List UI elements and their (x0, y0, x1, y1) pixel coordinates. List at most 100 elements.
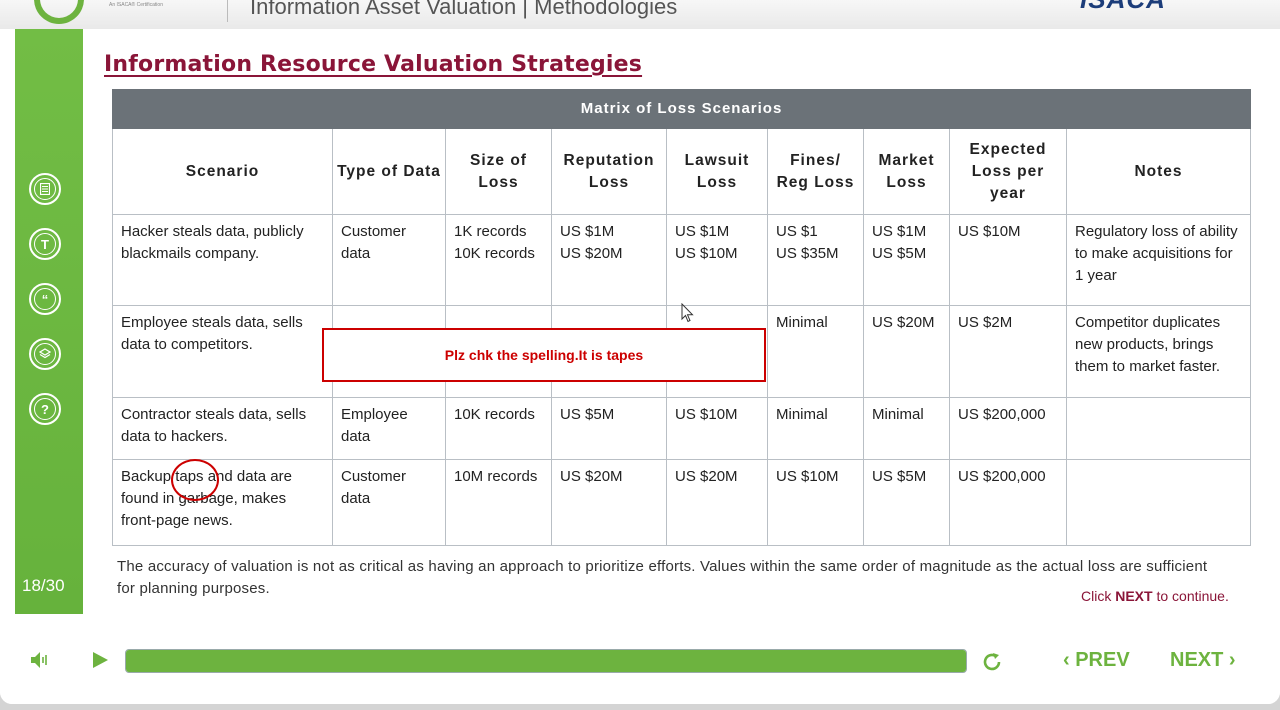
cell-size: 10K records (445, 397, 552, 460)
cell-value: US $20M (560, 245, 623, 262)
column-header: Market Loss (863, 128, 950, 215)
cell-fines: US $10M (767, 459, 864, 546)
cell-value: US $5M (872, 245, 927, 262)
cell-value: US $20M (872, 314, 935, 331)
cell-value: 10M records (454, 468, 538, 485)
cell-value: 10K records (454, 245, 535, 262)
quote-icon[interactable]: “ (29, 283, 61, 315)
mouse-cursor-icon (681, 303, 694, 323)
column-header: Size of Loss (445, 128, 552, 215)
progress-fill (126, 650, 966, 672)
table-header-row: Scenario Type of Data Size of Loss Reputati… (112, 128, 1252, 215)
volume-icon[interactable] (30, 651, 50, 669)
cell-lawsuit: US $1M US $10M (666, 214, 768, 306)
cell-value: US $35M (776, 245, 839, 262)
cell-notes: Regulatory loss of ability to make acqui… (1065, 214, 1252, 306)
cell-value: US $20M (560, 468, 623, 485)
cell-market: US $1M US $5M (863, 214, 950, 306)
cell-value: 10K records (454, 406, 535, 423)
cell-scenario: Employee steals data, sells data to comp… (112, 305, 333, 398)
help-icon[interactable]: ? (29, 393, 61, 425)
table-row: Backup taps and data are found in garbag… (112, 459, 1252, 546)
layers-icon[interactable] (29, 338, 61, 370)
player-controls: ‹ PREV NEXT › (0, 614, 1280, 704)
cell-reputation: US $5M (551, 397, 667, 460)
cell-value: US $5M (872, 468, 927, 485)
table-caption: Matrix of Loss Scenarios (111, 89, 1252, 129)
logo (34, 0, 84, 24)
logo-subtext: An ISACA® Certification (109, 2, 163, 8)
course-title: Information Asset Valuation | Methodolog… (250, 0, 678, 19)
header-bar: An ISACA® Certification Information Asse… (0, 0, 1280, 29)
cell-size: 10M records (445, 459, 552, 546)
click-next-suffix: to continue. (1152, 588, 1229, 604)
prev-label: PREV (1075, 649, 1130, 671)
column-header: Fines/ Reg Loss (767, 128, 864, 215)
notes-icon[interactable] (29, 173, 61, 205)
header-divider (227, 0, 228, 22)
review-highlight-circle (171, 459, 219, 501)
cell-value: Minimal (776, 406, 828, 423)
cell-expected: US $200,000 (949, 459, 1067, 546)
cell-fines: Minimal (767, 397, 864, 460)
slide-footnote: The accuracy of valuation is not as crit… (117, 558, 1208, 597)
replay-icon[interactable] (980, 650, 1004, 674)
cell-value: US $10M (675, 406, 738, 423)
click-next-prefix: Click (1081, 588, 1116, 604)
cell-value: US $1M (675, 223, 730, 240)
cell-expected: US $200,000 (949, 397, 1067, 460)
cell-fines: Minimal (767, 305, 864, 398)
cell-value: Minimal (776, 314, 828, 331)
cell-market: US $5M (863, 459, 950, 546)
next-button[interactable]: NEXT › (1170, 649, 1236, 672)
cell-type: Employee data (332, 397, 446, 460)
cell-notes: Competitor duplicates new products, brin… (1065, 305, 1252, 398)
cell-notes (1065, 459, 1252, 546)
brand-logo: ISACA (1080, 0, 1166, 15)
cell-notes (1065, 397, 1252, 460)
cell-value: 1K records (454, 223, 527, 240)
cell-scenario: Hacker steals data, publicly blackmails … (112, 214, 333, 306)
cell-value: US $20M (675, 468, 738, 485)
click-next-keyword: NEXT (1115, 588, 1153, 604)
cell-value: US $1M (560, 223, 615, 240)
column-header: Lawsuit Loss (666, 128, 768, 215)
column-header: Expected Loss per year (949, 128, 1067, 215)
cell-lawsuit: US $20M (666, 459, 768, 546)
cell-reputation: US $20M (551, 459, 667, 546)
column-header: Reputation Loss (551, 128, 667, 215)
cell-scenario: Contractor steals data, sells data to ha… (112, 397, 333, 460)
cell-type: Customer data (332, 459, 446, 546)
cell-expected: US $10M (949, 214, 1067, 306)
cell-value: US $5M (560, 406, 615, 423)
click-next-hint: Click NEXT to continue. (1081, 588, 1229, 604)
next-label: NEXT (1170, 649, 1224, 671)
cell-value: US $10M (675, 245, 738, 262)
cell-value: Minimal (872, 406, 924, 423)
cell-value: US $1M (872, 223, 927, 240)
play-button[interactable] (93, 652, 108, 668)
prev-button[interactable]: ‹ PREV (1063, 649, 1130, 672)
column-header: Scenario (112, 128, 333, 215)
transcript-icon[interactable]: T (29, 228, 61, 260)
cell-reputation: US $1M US $20M (551, 214, 667, 306)
cell-market: US $20M (863, 305, 950, 398)
cell-expected: US $2M (949, 305, 1067, 398)
cell-lawsuit: US $10M (666, 397, 768, 460)
cell-size: 1K records 10K records (445, 214, 552, 306)
cell-value: US $10M (776, 468, 839, 485)
review-comment-callout: Plz chk the spelling.It is tapes (322, 328, 766, 382)
cell-market: Minimal (863, 397, 950, 460)
course-player-window: An ISACA® Certification Information Asse… (0, 0, 1280, 704)
table-row: Contractor steals data, sells data to ha… (112, 397, 1252, 460)
sidebar: T “ ? 18/30 (15, 29, 83, 614)
cell-fines: US $1 US $35M (767, 214, 864, 306)
cell-scenario: Backup taps and data are found in garbag… (112, 459, 333, 546)
cell-value: US $1 (776, 223, 818, 240)
column-header: Notes (1065, 128, 1252, 215)
slide-title: Information Resource Valuation Strategie… (104, 52, 643, 77)
column-header: Type of Data (332, 128, 446, 215)
progress-bar[interactable] (125, 649, 967, 673)
cell-type: Customer data (332, 214, 446, 306)
table-row: Hacker steals data, publicly blackmails … (112, 214, 1252, 306)
